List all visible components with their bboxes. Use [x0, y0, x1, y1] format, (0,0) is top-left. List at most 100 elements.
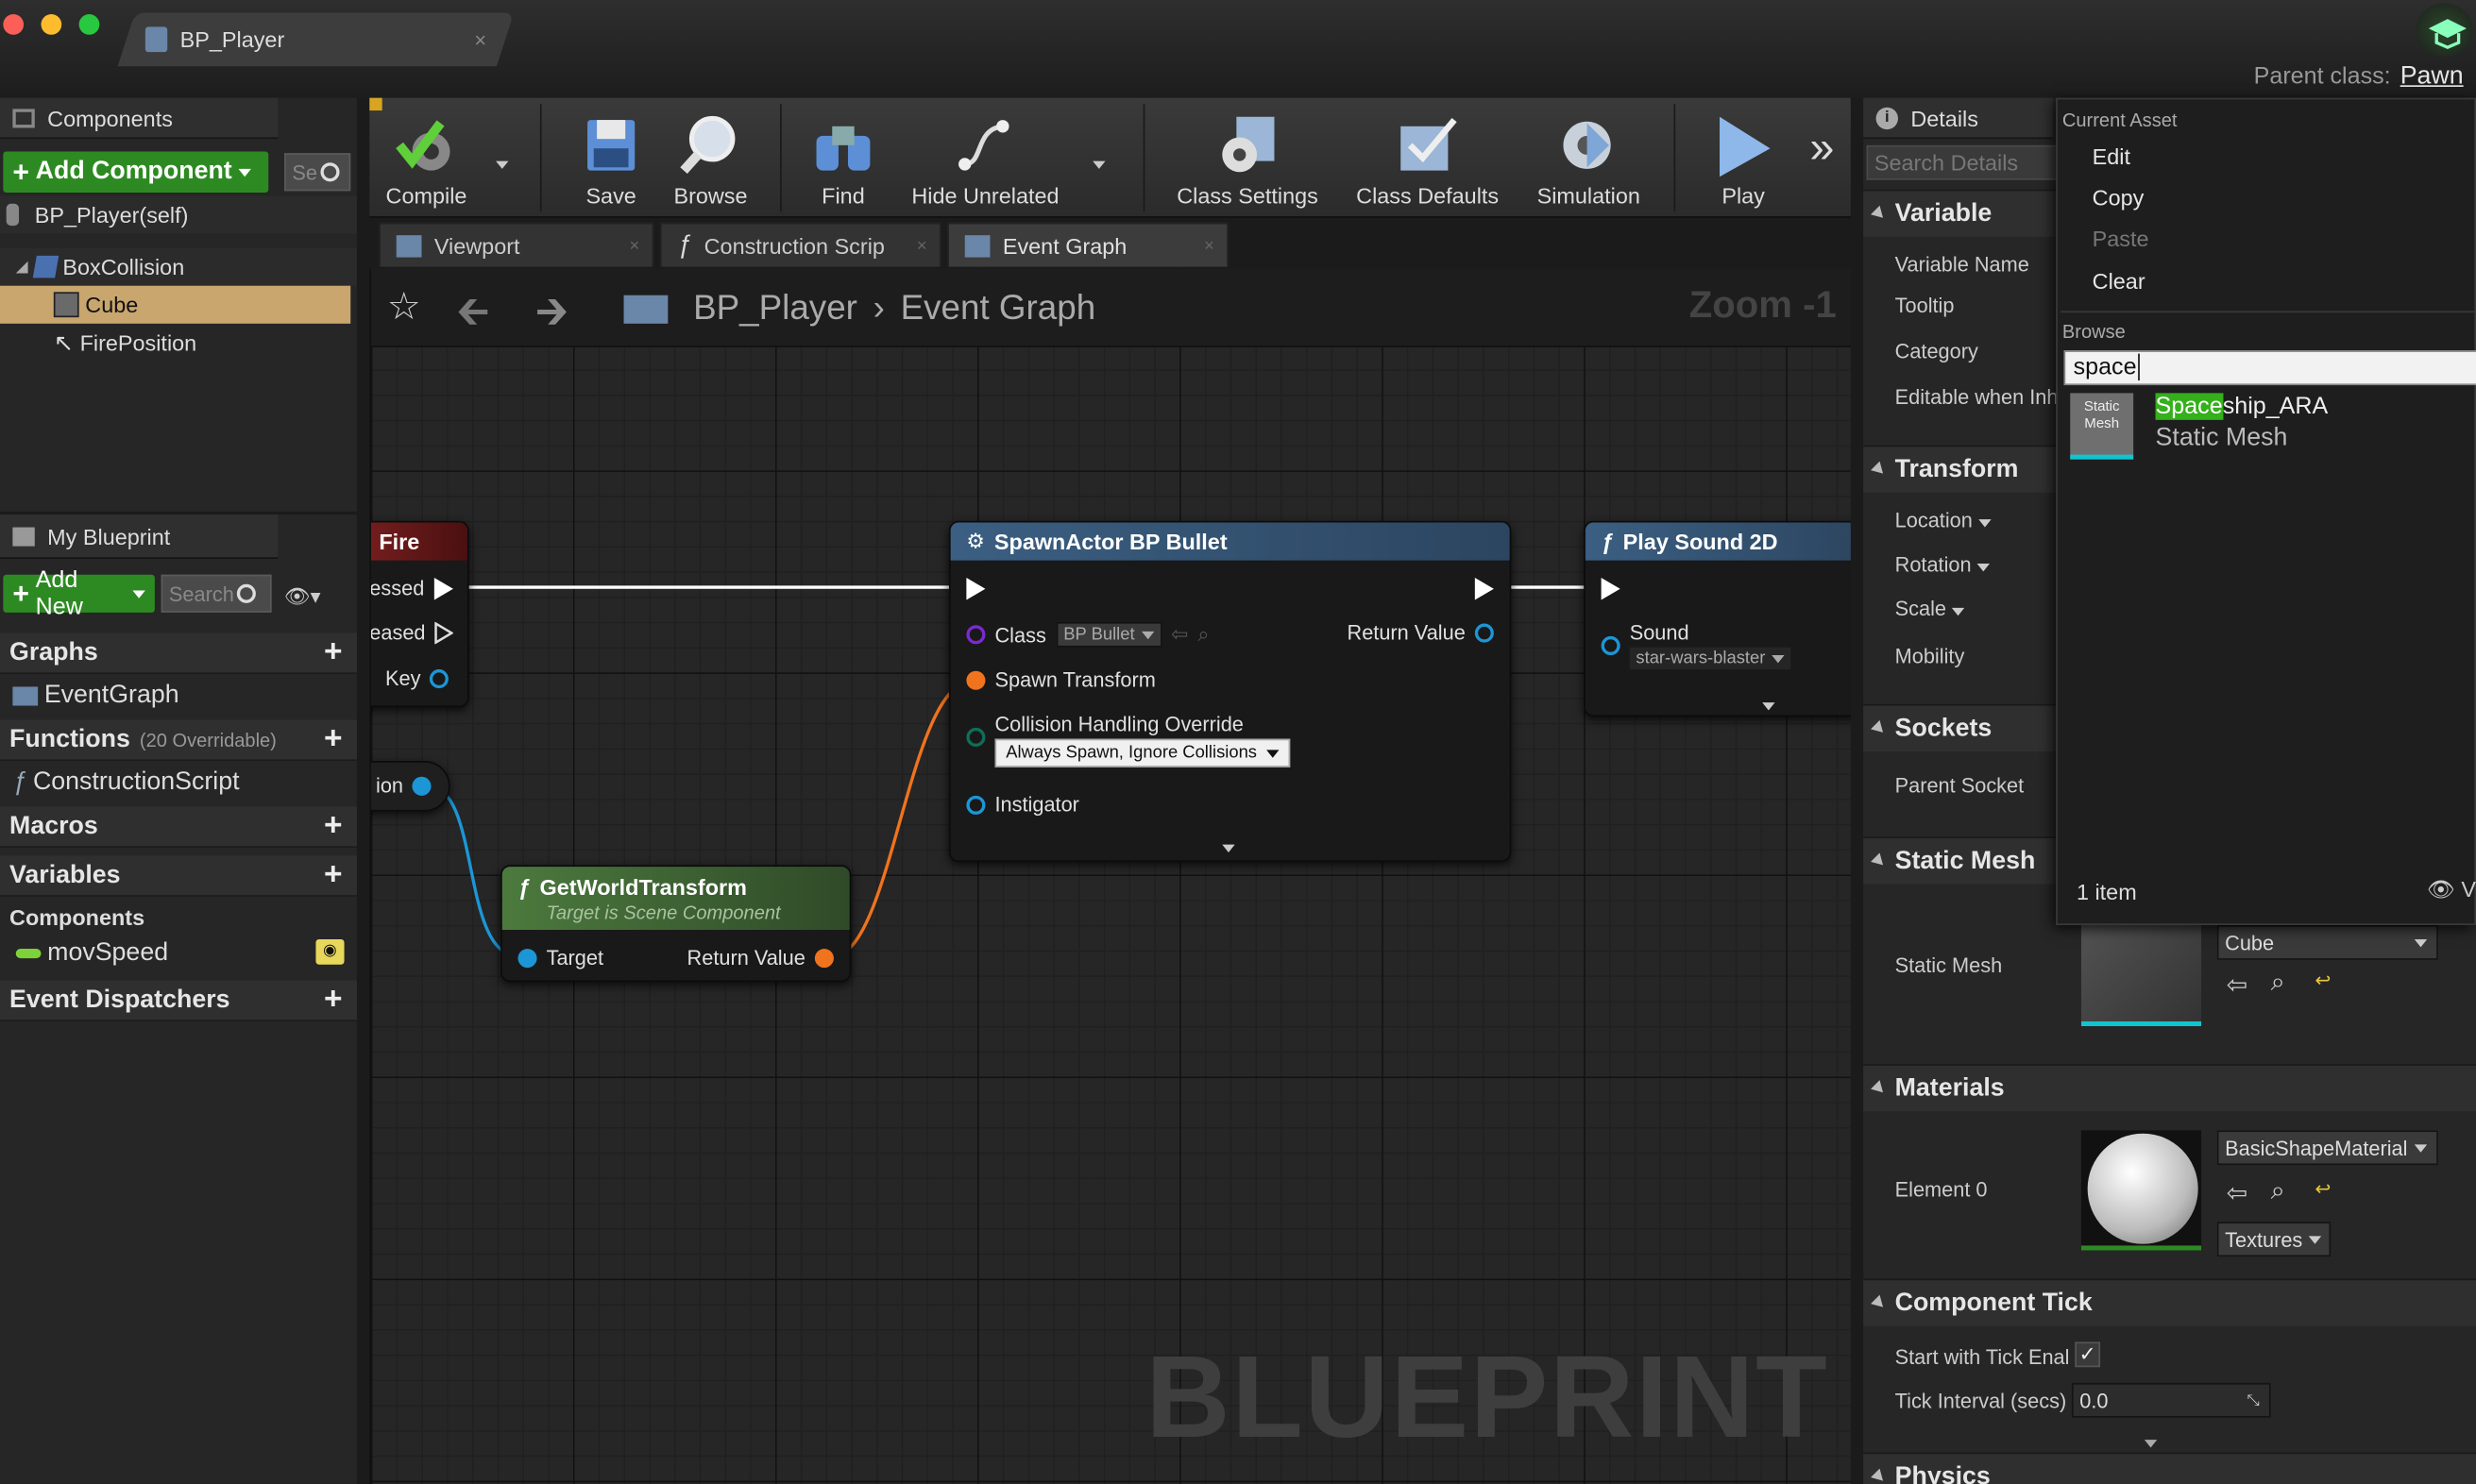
- partial-variable-node[interactable]: ion: [370, 761, 450, 812]
- object-pin-icon[interactable]: [413, 775, 432, 796]
- spawn-actor-node[interactable]: ⚙ SpawnActor BP Bullet Class BP Bullet ⇦…: [948, 520, 1512, 863]
- menu-item-edit[interactable]: Edit: [2093, 143, 2130, 169]
- tab-close-icon[interactable]: ×: [629, 236, 639, 255]
- event-graph-item[interactable]: EventGraph: [0, 677, 357, 715]
- spawn-transform-pin[interactable]: Spawn Transform: [966, 667, 1156, 691]
- browse-magnifier-icon[interactable]: ⌕: [1197, 622, 1209, 648]
- details-tab[interactable]: i Details: [1863, 97, 2053, 140]
- tab-close-icon[interactable]: ×: [1204, 236, 1214, 255]
- visibility-eye-icon[interactable]: 👁▾: [284, 584, 335, 608]
- compile-options-dropdown[interactable]: [496, 148, 509, 177]
- save-button[interactable]: Save: [571, 98, 651, 218]
- object-pin-icon[interactable]: [1601, 635, 1620, 656]
- exec-out-pin-icon[interactable]: [1474, 578, 1494, 600]
- tab-viewport[interactable]: Viewport ×: [379, 222, 654, 267]
- browse-asset-icon[interactable]: ⌕: [2271, 970, 2285, 998]
- tick-interval-input[interactable]: 0.0 ⤡: [2071, 1382, 2271, 1418]
- compile-button[interactable]: Compile: [376, 98, 477, 218]
- my-blueprint-tab[interactable]: My Blueprint: [0, 514, 279, 559]
- hide-unrelated-button[interactable]: Hide Unrelated: [903, 98, 1067, 218]
- expand-arrow-icon[interactable]: ◢: [16, 258, 28, 275]
- use-selected-arrow-icon[interactable]: ⇦: [1171, 622, 1188, 648]
- add-variable-icon[interactable]: +: [319, 859, 348, 890]
- tab-construction-script[interactable]: ƒ Construction Scrip ×: [659, 222, 941, 267]
- start-with-tick-checkbox[interactable]: ✓: [2075, 1341, 2101, 1368]
- material-thumbnail[interactable]: [2080, 1130, 2202, 1251]
- add-new-button[interactable]: + Add New: [3, 566, 155, 620]
- rotation-dropdown[interactable]: Rotation: [1895, 552, 1991, 576]
- use-selected-arrow-icon[interactable]: ⇦: [2227, 1178, 2247, 1209]
- transform-pin-icon[interactable]: [966, 669, 986, 689]
- class-defaults-button[interactable]: Class Defaults: [1348, 98, 1506, 218]
- collision-override-pin[interactable]: Collision Handling Override Always Spawn…: [966, 712, 1291, 767]
- get-world-transform-node[interactable]: ƒ GetWorldTransform Target is Scene Compo…: [500, 865, 852, 983]
- components-panel-tab[interactable]: Components: [0, 97, 279, 140]
- reset-default-icon[interactable]: ↩: [2315, 1178, 2331, 1200]
- pressed-pin[interactable]: essed: [371, 576, 453, 599]
- document-tab[interactable]: BP_Player ×: [144, 21, 493, 59]
- released-pin[interactable]: eased: [371, 620, 454, 644]
- location-dropdown[interactable]: Location: [1895, 508, 1992, 532]
- component-tick-category[interactable]: Component Tick: [1863, 1278, 2476, 1326]
- find-button[interactable]: Find: [802, 98, 884, 218]
- class-dropdown[interactable]: BP Bullet: [1055, 621, 1162, 648]
- event-dispatchers-section[interactable]: Event Dispatchers +: [0, 980, 357, 1021]
- menu-item-paste[interactable]: Paste: [2093, 226, 2149, 251]
- mortarboard-icon[interactable]: [2416, 3, 2473, 58]
- object-pin-icon[interactable]: [1474, 622, 1494, 642]
- minimize-window-button[interactable]: [41, 14, 62, 35]
- asset-result-item[interactable]: Static Mesh Spaceship_ARA Static Mesh: [2067, 390, 2474, 463]
- sound-pin[interactable]: Sound star-wars-blaster: [1601, 620, 1791, 670]
- macros-section[interactable]: Macros +: [0, 806, 357, 849]
- static-mesh-combo[interactable]: Cube: [2216, 924, 2438, 960]
- menu-item-copy[interactable]: Copy: [2093, 185, 2145, 211]
- tree-item-fireposition[interactable]: ↖ FirePosition: [0, 324, 357, 362]
- browse-button[interactable]: Browse: [667, 98, 755, 218]
- class-pin-icon[interactable]: [966, 625, 986, 645]
- key-pin[interactable]: Key: [385, 666, 449, 690]
- browse-asset-icon[interactable]: ⌕: [2271, 1178, 2285, 1206]
- class-pin[interactable]: Class BP Bullet ⇦ ⌕: [966, 621, 1210, 648]
- fire-input-event-node[interactable]: Fire essed eased Key: [370, 520, 469, 708]
- details-search-input[interactable]: Search Details: [1866, 144, 2060, 180]
- add-dispatcher-icon[interactable]: +: [319, 984, 348, 1015]
- materials-category[interactable]: Materials: [1863, 1064, 2476, 1112]
- textures-dropdown[interactable]: Textures: [2216, 1222, 2332, 1257]
- blueprint-search-input[interactable]: Search: [161, 574, 272, 613]
- hide-unrelated-dropdown[interactable]: [1093, 148, 1106, 177]
- scale-dropdown[interactable]: Scale: [1895, 597, 1965, 620]
- tree-item-cube[interactable]: Cube: [0, 285, 351, 324]
- advanced-expand-icon[interactable]: [2144, 1427, 2158, 1456]
- exec-in-pin-icon[interactable]: [966, 578, 986, 600]
- class-settings-button[interactable]: Class Settings: [1168, 98, 1326, 218]
- view-options-eye-icon[interactable]: 👁 V: [2427, 876, 2476, 902]
- struct-pin-icon[interactable]: [430, 668, 449, 688]
- simulation-button[interactable]: Simulation: [1529, 98, 1649, 218]
- add-macro-icon[interactable]: +: [319, 810, 348, 841]
- graphs-section[interactable]: Graphs +: [0, 632, 357, 675]
- parent-class-link[interactable]: Pawn: [2400, 63, 2464, 90]
- play-button[interactable]: Play: [1696, 98, 1790, 218]
- resize-handle-icon[interactable]: ⤡: [2247, 1391, 2260, 1408]
- components-search-input[interactable]: Se: [283, 153, 351, 192]
- toolbar-overflow-button[interactable]: »: [1809, 123, 1834, 174]
- gwt-return-pin[interactable]: Return Value: [687, 946, 834, 970]
- transform-pin-icon[interactable]: [814, 948, 834, 968]
- use-selected-arrow-icon[interactable]: ⇦: [2227, 970, 2247, 1001]
- physics-category[interactable]: Physics: [1863, 1452, 2476, 1484]
- return-value-pin[interactable]: Return Value: [1348, 620, 1494, 644]
- enum-pin-icon[interactable]: [966, 727, 986, 747]
- reset-default-icon[interactable]: ↩: [2315, 970, 2331, 991]
- add-component-button[interactable]: + Add Component: [3, 151, 269, 194]
- self-item[interactable]: BP_Player(self): [0, 195, 357, 234]
- instigator-pin[interactable]: Instigator: [966, 792, 1079, 817]
- tree-item-boxcollision[interactable]: ◢ BoxCollision: [0, 247, 357, 286]
- tab-event-graph[interactable]: Event Graph ×: [947, 222, 1229, 267]
- material-combo[interactable]: BasicShapeMaterial: [2216, 1130, 2438, 1166]
- construction-script-item[interactable]: ƒ ConstructionScript: [0, 764, 357, 801]
- asset-search-input[interactable]: space: [2063, 350, 2476, 386]
- movspeed-variable[interactable]: movSpeed ◉: [0, 935, 357, 972]
- maximize-window-button[interactable]: [78, 14, 100, 35]
- object-pin-icon[interactable]: [517, 948, 537, 968]
- object-pin-icon[interactable]: [966, 795, 986, 815]
